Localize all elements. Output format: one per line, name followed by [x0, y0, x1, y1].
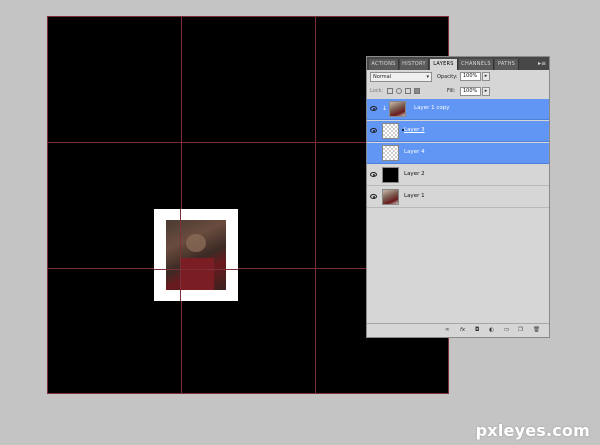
- layer-name: Layer 3: [404, 127, 425, 133]
- layer-row-layer-4[interactable]: Layer 4: [367, 143, 549, 164]
- link-icon[interactable]: ∞: [445, 326, 450, 335]
- layer-row-layer-1[interactable]: Layer 1: [367, 187, 549, 208]
- eye-icon[interactable]: [370, 172, 377, 177]
- layer-thumbnail: [382, 167, 399, 183]
- panel-menu-icon[interactable]: ▸≡: [538, 58, 546, 69]
- guide-vertical-2: [315, 17, 316, 393]
- layer-thumbnail: [389, 101, 406, 117]
- fill-value: 100%: [463, 88, 478, 94]
- photo-image: [166, 220, 226, 290]
- lock-transparency-icon[interactable]: [387, 88, 393, 94]
- trash-icon[interactable]: 🗑: [533, 326, 540, 335]
- lock-row: Lock: Fill: 100% ▸: [367, 85, 549, 98]
- layer-name: Layer 4: [404, 149, 425, 155]
- tab-history[interactable]: HISTORY: [400, 59, 429, 70]
- opacity-input[interactable]: 100%: [460, 72, 481, 81]
- guide-vertical-1: [181, 17, 182, 393]
- lock-position-icon[interactable]: [405, 88, 411, 94]
- panel-footer: ∞ fx ◘ ◐ ▭ ❐ 🗑: [367, 323, 549, 337]
- fill-label: Fill:: [447, 88, 456, 94]
- fill-input[interactable]: 100%: [460, 87, 481, 96]
- layer-row-layer-3[interactable]: Layer 3: [367, 121, 549, 142]
- layers-panel: ACTIONS HISTORY LAYERS CHANNELS PATHS ▸≡…: [366, 56, 550, 338]
- layer-thumbnail: [382, 123, 404, 139]
- tab-actions[interactable]: ACTIONS: [369, 59, 399, 70]
- layer-name: Layer 1 copy: [414, 105, 450, 111]
- blend-mode-select[interactable]: Normal ▾: [370, 72, 432, 82]
- lock-all-icon[interactable]: [414, 88, 420, 94]
- fill-arrow-button[interactable]: ▸: [482, 87, 490, 96]
- layer-name: Layer 2: [404, 171, 425, 177]
- mask-icon[interactable]: ◘: [475, 326, 479, 335]
- layer-row-layer-2[interactable]: Layer 2: [367, 165, 549, 186]
- watermark-text: pxleyes.com: [475, 421, 590, 440]
- tab-paths[interactable]: PATHS: [495, 59, 519, 70]
- panel-tabbar: ACTIONS HISTORY LAYERS CHANNELS PATHS ▸≡: [367, 57, 549, 70]
- group-icon[interactable]: ▭: [504, 326, 509, 335]
- new-layer-icon[interactable]: ❐: [518, 326, 523, 335]
- tab-layers[interactable]: LAYERS: [430, 59, 458, 70]
- layer-options-row: Normal ▾ Opacity: 100% ▸: [367, 70, 549, 84]
- eye-icon[interactable]: [370, 194, 377, 199]
- eye-icon[interactable]: [370, 106, 377, 111]
- layer-name: Layer 1: [404, 193, 425, 199]
- guide-vertical-overlay: [180, 209, 181, 301]
- guide-horizontal-overlay: [154, 269, 238, 270]
- layer-thumbnail: [382, 189, 399, 205]
- layer-thumbnail: [382, 145, 399, 161]
- clipping-arrow-icon: ↓: [382, 105, 388, 112]
- layer-row-layer-1-copy[interactable]: ↓ Layer 1 copy: [367, 99, 549, 120]
- lock-image-icon[interactable]: [396, 88, 402, 94]
- opacity-arrow-button[interactable]: ▸: [482, 72, 490, 81]
- chevron-down-icon: ▾: [426, 74, 429, 80]
- lock-label: Lock:: [370, 88, 384, 94]
- opacity-label: Opacity:: [437, 74, 458, 80]
- adjustment-icon[interactable]: ◐: [489, 326, 494, 335]
- tab-channels[interactable]: CHANNELS: [459, 59, 494, 70]
- fx-icon[interactable]: fx: [460, 326, 465, 335]
- photo-frame: [154, 209, 238, 301]
- blend-mode-value: Normal: [373, 74, 392, 80]
- eye-icon[interactable]: [370, 128, 377, 133]
- opacity-value: 100%: [463, 73, 478, 79]
